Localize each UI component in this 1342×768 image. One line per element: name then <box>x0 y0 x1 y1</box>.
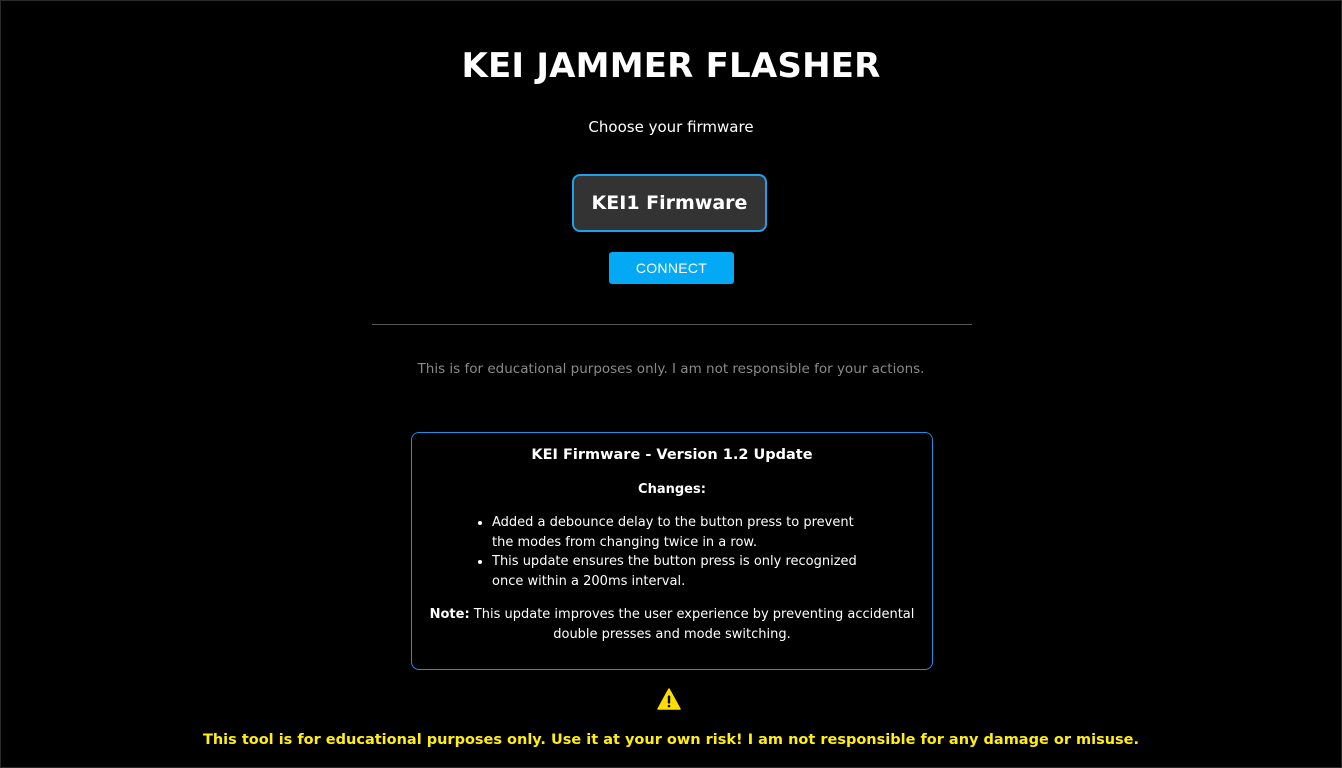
firmware-prompt: Choose your firmware <box>588 118 754 136</box>
connect-button[interactable]: CONNECT <box>609 252 734 284</box>
divider <box>372 324 972 325</box>
disclaimer-text: This is for educational purposes only. I… <box>417 361 925 377</box>
warning-icon <box>657 688 681 710</box>
changelog-panel: KEI Firmware - Version 1.2 Update Change… <box>411 432 933 670</box>
changelog-title: KEI Firmware - Version 1.2 Update <box>531 447 813 463</box>
note-label: Note: <box>429 607 470 622</box>
note-text: This update improves the user experience… <box>469 607 915 642</box>
list-item: Added a debounce delay to the button pre… <box>492 513 872 552</box>
warning-text: This tool is for educational purposes on… <box>202 732 1140 748</box>
firmware-select-button[interactable]: KEI1 Firmware <box>572 174 767 232</box>
changes-heading: Changes: <box>638 482 706 497</box>
changes-list: Added a debounce delay to the button pre… <box>422 513 872 591</box>
list-item: This update ensures the button press is … <box>492 552 872 591</box>
changelog-note: Note: This update improves the user expe… <box>422 605 922 644</box>
page-title: KEI JAMMER FLASHER <box>461 46 881 86</box>
